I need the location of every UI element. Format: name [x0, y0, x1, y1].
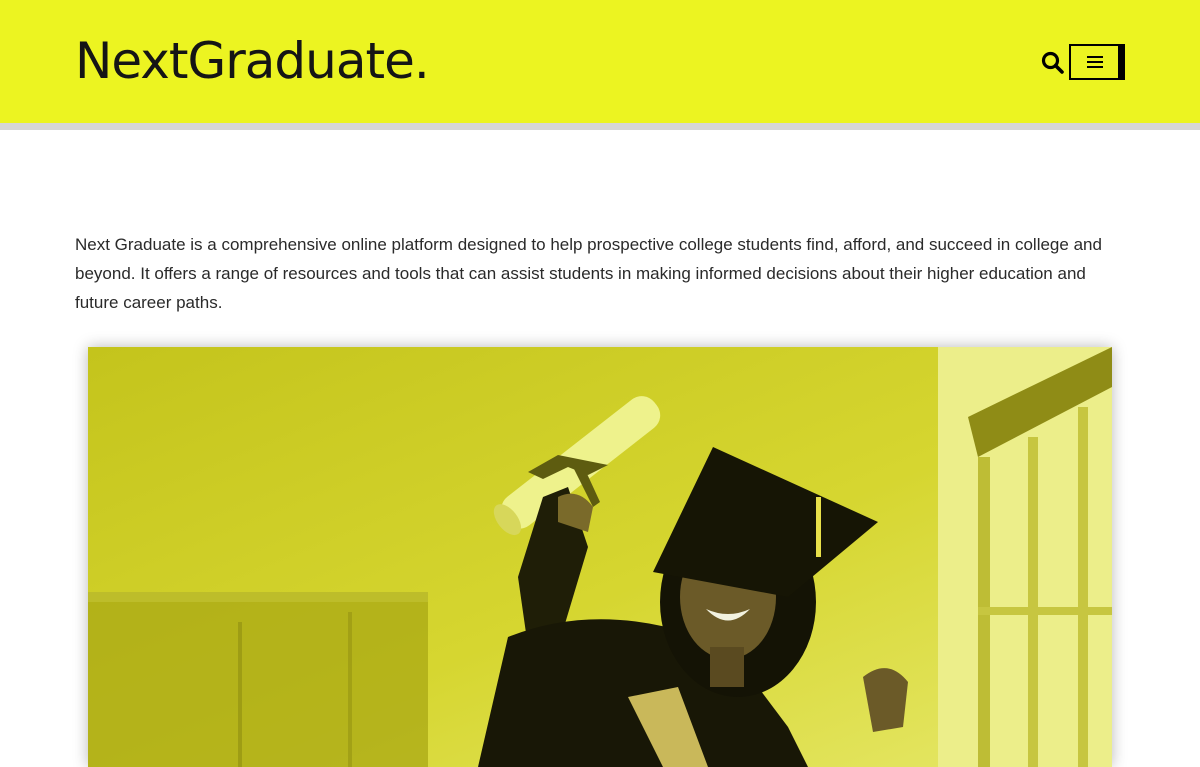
site-header: NextGraduate.	[0, 0, 1200, 123]
search-button[interactable]	[1040, 50, 1066, 76]
graduate-photo	[88, 347, 1112, 767]
site-logo[interactable]: NextGraduate.	[75, 28, 430, 94]
menu-toggle-button[interactable]	[1069, 44, 1125, 80]
hero-image	[88, 347, 1112, 767]
header-divider	[0, 123, 1200, 130]
intro-paragraph: Next Graduate is a comprehensive online …	[75, 235, 1102, 312]
search-icon	[1041, 51, 1064, 74]
